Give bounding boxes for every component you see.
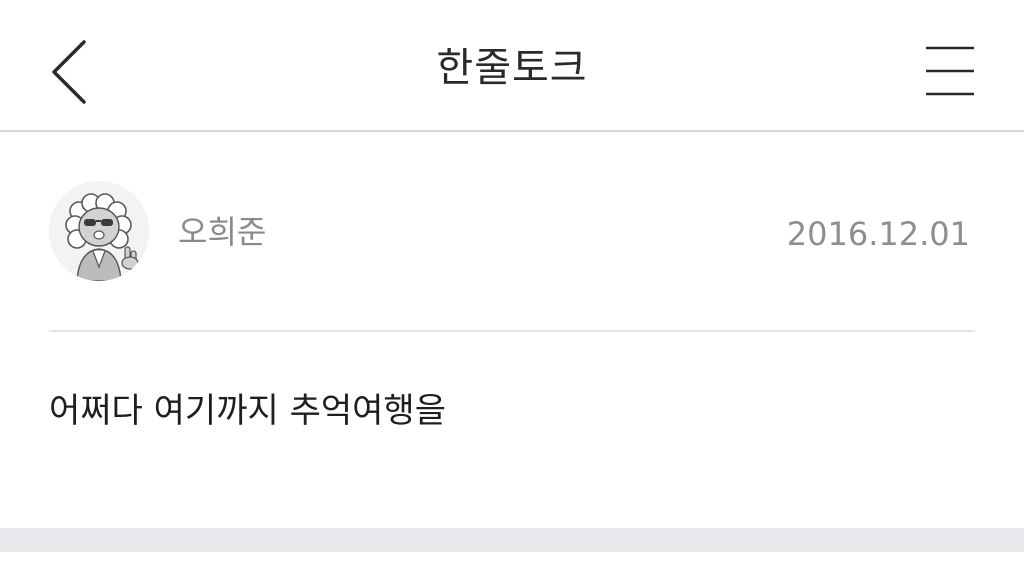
menu-button[interactable] bbox=[918, 40, 982, 100]
avatar[interactable] bbox=[49, 181, 149, 281]
post-header: 오희준 2016.12.01 bbox=[0, 132, 1024, 332]
top-navigation-bar: 한줄토크 bbox=[0, 0, 1024, 132]
author-name[interactable]: 오희준 bbox=[178, 210, 266, 254]
section-separator bbox=[0, 528, 1024, 552]
post-content: 어쩌다 여기까지 추억여행을 bbox=[49, 391, 446, 431]
post-date: 2016.12.01 bbox=[786, 215, 970, 253]
content-divider bbox=[49, 330, 975, 332]
page-title: 한줄토크 bbox=[436, 45, 588, 91]
user-avatar-icon bbox=[49, 181, 149, 281]
hamburger-menu-icon bbox=[926, 46, 974, 96]
talk-detail-screen: 한줄토크 오희준 2016.12.01 어쩌다 여기까지 추억여행을 bbox=[0, 0, 1024, 577]
